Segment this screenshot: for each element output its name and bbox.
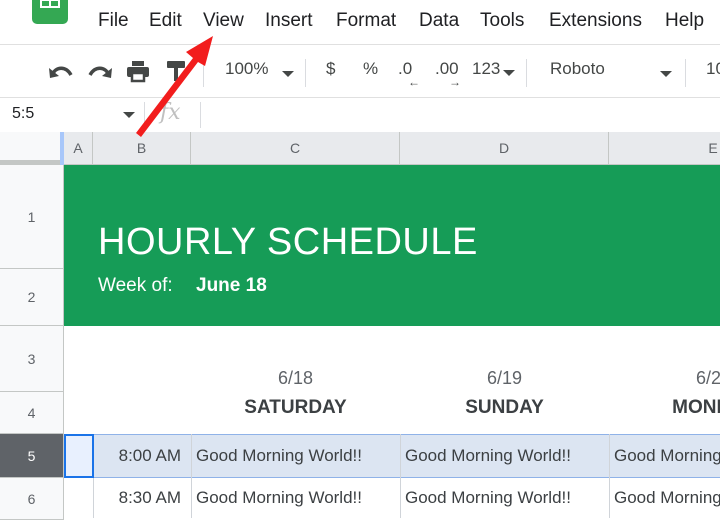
- menu-data[interactable]: Data: [419, 10, 459, 32]
- menu-format[interactable]: Format: [336, 10, 396, 32]
- schedule-cell[interactable]: Good Morning World!!: [405, 488, 605, 508]
- week-of-label: Week of:: [98, 275, 173, 296]
- schedule-banner[interactable]: HOURLY SCHEDULE Week of: June 18: [64, 165, 720, 326]
- date-header-d[interactable]: 6/19: [400, 368, 609, 389]
- schedule-cell[interactable]: Good Morning World!!: [196, 488, 396, 508]
- zoom-select[interactable]: 100%: [225, 59, 268, 79]
- formula-bar: 5:5 fx: [0, 98, 720, 132]
- left-arrow-icon: ←: [408, 75, 420, 89]
- right-arrow-icon: →: [449, 75, 461, 89]
- row-header-3[interactable]: 3: [0, 326, 64, 392]
- menu-bar: File Edit View Insert Format Data Tools …: [0, 0, 720, 44]
- font-select[interactable]: Roboto: [550, 59, 605, 79]
- row-header-2[interactable]: 2: [0, 269, 64, 326]
- redo-icon[interactable]: [87, 63, 113, 81]
- schedule-cell[interactable]: Good Morning World!!: [196, 446, 396, 466]
- menu-tools[interactable]: Tools: [480, 10, 524, 32]
- font-caret-icon[interactable]: [660, 71, 672, 77]
- gridline: [191, 434, 192, 518]
- date-header-c[interactable]: 6/18: [191, 368, 400, 389]
- column-header-d[interactable]: D: [400, 132, 609, 165]
- number-format-select[interactable]: 123: [472, 59, 500, 79]
- sheets-logo-icon[interactable]: [32, 0, 68, 24]
- print-icon[interactable]: [126, 59, 150, 83]
- name-box[interactable]: 5:5: [12, 105, 34, 123]
- schedule-cell[interactable]: Good Morning World!!: [614, 488, 720, 508]
- schedule-cell[interactable]: Good Morning World!!: [405, 446, 605, 466]
- menu-file[interactable]: File: [98, 10, 129, 32]
- name-box-caret-icon[interactable]: [123, 112, 135, 118]
- column-header-c[interactable]: C: [191, 132, 400, 165]
- zoom-caret-icon[interactable]: [282, 71, 294, 77]
- week-of-value: June 18: [196, 275, 267, 296]
- schedule-cell[interactable]: Good Morning World!!: [614, 446, 720, 466]
- column-header-a[interactable]: A: [64, 132, 93, 165]
- menu-edit[interactable]: Edit: [149, 10, 182, 32]
- day-header-d[interactable]: SUNDAY: [400, 397, 609, 419]
- undo-icon[interactable]: [48, 63, 74, 81]
- paint-format-icon[interactable]: [166, 59, 186, 83]
- fx-icon: fx: [160, 100, 181, 125]
- schedule-title: HOURLY SCHEDULE: [98, 221, 478, 263]
- column-header-b[interactable]: B: [93, 132, 191, 165]
- time-cell[interactable]: 8:30 AM: [93, 488, 181, 508]
- menu-extensions[interactable]: Extensions: [549, 10, 642, 32]
- date-header-e[interactable]: 6/20: [609, 368, 720, 389]
- toolbar: 100% $ % .0 ← .00 → 123 Roboto 10: [0, 44, 720, 98]
- menu-help[interactable]: Help: [665, 10, 704, 32]
- day-header-c[interactable]: SATURDAY: [191, 397, 400, 419]
- row-header-5[interactable]: 5: [0, 434, 64, 478]
- row-header-4[interactable]: 4: [0, 392, 64, 434]
- percent-format-button[interactable]: %: [363, 59, 378, 79]
- row-header-6[interactable]: 6: [0, 478, 64, 520]
- row-header-1[interactable]: 1: [0, 165, 64, 269]
- active-cell-a5[interactable]: [64, 434, 94, 478]
- number-format-caret-icon[interactable]: [503, 70, 515, 76]
- select-all-corner[interactable]: [0, 132, 64, 165]
- gridline: [609, 434, 610, 518]
- gridline: [400, 434, 401, 518]
- font-size-input[interactable]: 10: [706, 59, 720, 79]
- menu-view[interactable]: View: [203, 10, 244, 32]
- time-cell[interactable]: 8:00 AM: [93, 446, 181, 466]
- day-header-e[interactable]: MONDAY: [609, 397, 720, 419]
- currency-format-button[interactable]: $: [326, 59, 335, 79]
- menu-insert[interactable]: Insert: [265, 10, 313, 32]
- column-header-e[interactable]: E: [609, 132, 720, 165]
